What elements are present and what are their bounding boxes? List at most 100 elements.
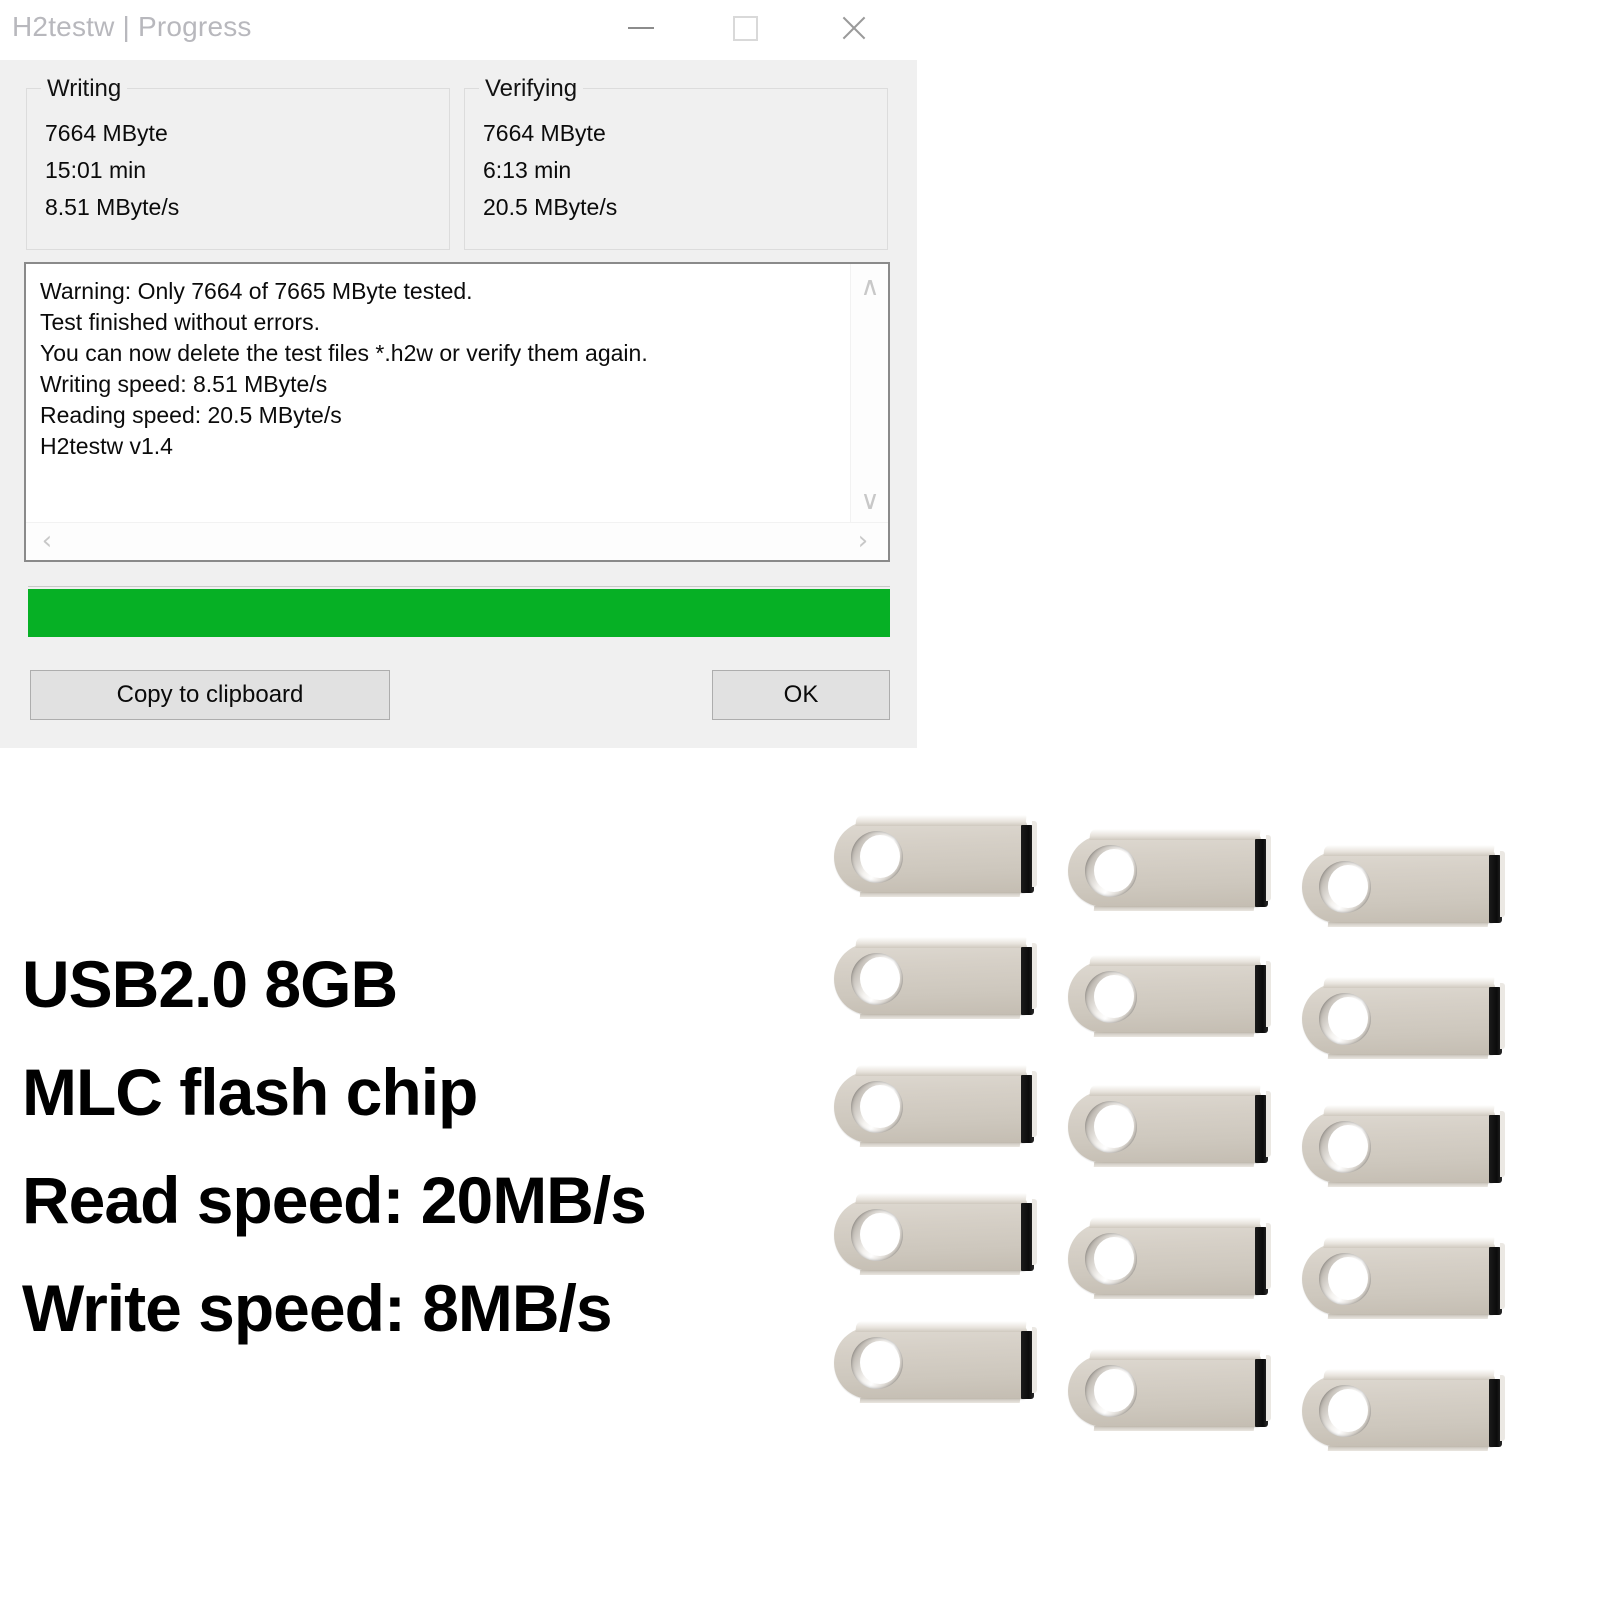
usb-keyring-hole-opening (860, 835, 900, 878)
usb-drive-bottom-edge (1093, 906, 1255, 911)
usb-connector-edge (1266, 1223, 1271, 1289)
usb-keyring-hole (851, 831, 903, 883)
usb-drive-bottom-edge (859, 1142, 1021, 1147)
usb-flash-drive (834, 813, 1037, 899)
usb-flash-drive (1068, 953, 1271, 1039)
usb-keyring-hole-opening (860, 1341, 900, 1384)
spec-line-capacity: USB2.0 8GB (22, 947, 398, 1021)
verifying-group-legend: Verifying (479, 75, 584, 103)
usb-keyring-hole-opening (1094, 975, 1134, 1018)
usb-keyring-hole-opening (1094, 849, 1134, 892)
usb-connector-edge (1032, 1071, 1037, 1137)
log-text-area[interactable]: Warning: Only 7664 of 7665 MByte tested.… (24, 262, 890, 562)
usb-flash-drive (1068, 827, 1271, 913)
usb-drive-top-bevel (855, 1321, 1027, 1332)
scroll-up-icon[interactable]: ∧ (859, 274, 881, 300)
h2testw-dialog-window: H2testw | Progress Writing 7664 MByte 15… (0, 0, 917, 748)
maximize-icon (732, 15, 758, 41)
usb-keyring-hole-opening (860, 957, 900, 1000)
usb-keyring-hole-opening (1094, 1105, 1134, 1148)
usb-drive-top-bevel (1089, 1217, 1261, 1228)
usb-drive-top-bevel (1089, 1085, 1261, 1096)
usb-connector-edge (1500, 851, 1505, 917)
usb-drive-bottom-edge (1327, 1182, 1489, 1187)
usb-drive-top-bevel (855, 815, 1027, 826)
scroll-left-icon[interactable]: ‹ (36, 528, 58, 554)
usb-connector-edge (1032, 1199, 1037, 1265)
scroll-down-icon[interactable]: ∨ (859, 488, 881, 514)
usb-keyring-hole (1319, 1121, 1371, 1173)
usb-drive-bottom-edge (859, 1014, 1021, 1019)
usb-drive-bottom-edge (1093, 1032, 1255, 1037)
usb-flash-drive (1302, 975, 1505, 1061)
copy-to-clipboard-button[interactable]: Copy to clipboard (30, 670, 390, 720)
usb-drive-grid (820, 795, 1600, 1495)
usb-keyring-hole-opening (1328, 1125, 1368, 1168)
usb-connector-edge (1032, 1327, 1037, 1393)
close-icon (838, 13, 868, 43)
usb-keyring-hole-opening (1094, 1237, 1134, 1280)
usb-flash-drive (1302, 1103, 1505, 1189)
writing-size: 7664 MByte (45, 120, 168, 146)
log-line-1: Warning: Only 7664 of 7665 MByte tested. (40, 278, 473, 304)
usb-keyring-hole-opening (1328, 1257, 1368, 1300)
usb-keyring-hole (1319, 861, 1371, 913)
log-line-4: Writing speed: 8.51 MByte/s (40, 371, 328, 397)
log-line-5: Reading speed: 20.5 MByte/s (40, 402, 342, 428)
usb-drive-bottom-edge (1093, 1294, 1255, 1299)
usb-drive-top-bevel (1089, 829, 1261, 840)
writing-time: 15:01 min (45, 157, 147, 183)
verifying-speed: 20.5 MByte/s (483, 194, 618, 220)
usb-drive-top-bevel (1089, 955, 1261, 966)
usb-connector-edge (1266, 835, 1271, 901)
usb-flash-drive (1068, 1215, 1271, 1301)
usb-keyring-hole (1319, 1253, 1371, 1305)
writing-speed: 8.51 MByte/s (45, 194, 180, 220)
usb-drive-bottom-edge (859, 892, 1021, 897)
usb-connector-edge (1032, 821, 1037, 887)
close-button[interactable] (820, 0, 886, 56)
minimize-button[interactable] (608, 0, 674, 56)
usb-drive-top-bevel (855, 937, 1027, 948)
ok-button[interactable]: OK (712, 670, 890, 720)
usb-connector-edge (1500, 1243, 1505, 1309)
usb-connector-edge (1500, 1111, 1505, 1177)
usb-connector-edge (1500, 1375, 1505, 1441)
usb-flash-drive (1302, 1235, 1505, 1321)
usb-keyring-hole-opening (860, 1085, 900, 1128)
progress-bar (28, 586, 890, 637)
usb-keyring-hole (1319, 1385, 1371, 1437)
usb-keyring-hole-opening (1328, 865, 1368, 908)
usb-connector-edge (1266, 1355, 1271, 1421)
usb-drive-bottom-edge (1327, 1446, 1489, 1451)
scroll-right-icon[interactable]: › (852, 528, 874, 554)
progress-bar-fill (28, 589, 890, 637)
usb-connector-edge (1500, 983, 1505, 1049)
usb-drive-top-bevel (1323, 1105, 1495, 1116)
usb-connector-edge (1266, 1091, 1271, 1157)
horizontal-scrollbar[interactable]: ‹ › (26, 522, 888, 560)
log-line-6: H2testw v1.4 (40, 433, 173, 459)
usb-keyring-hole (1085, 1101, 1137, 1153)
writing-group-box: Writing 7664 MByte 15:01 min 8.51 MByte/… (26, 75, 450, 250)
usb-keyring-hole-opening (1094, 1369, 1134, 1412)
usb-drive-top-bevel (1323, 1369, 1495, 1380)
maximize-button[interactable] (712, 0, 778, 56)
vertical-scrollbar[interactable]: ∧ ∨ (850, 264, 888, 522)
usb-drive-bottom-edge (1327, 1054, 1489, 1059)
usb-keyring-hole (1085, 845, 1137, 897)
writing-group-legend: Writing (41, 75, 128, 103)
verifying-group-box: Verifying 7664 MByte 6:13 min 20.5 MByte… (464, 75, 888, 250)
writing-group-values: 7664 MByte 15:01 min 8.51 MByte/s (45, 115, 179, 226)
usb-keyring-hole (1085, 1365, 1137, 1417)
usb-drive-bottom-edge (1327, 1314, 1489, 1319)
usb-drive-top-bevel (855, 1193, 1027, 1204)
usb-flash-drive (834, 1063, 1037, 1149)
usb-drive-top-bevel (855, 1065, 1027, 1076)
usb-drive-bottom-edge (1093, 1426, 1255, 1431)
spec-line-write-speed: Write speed: 8MB/s (22, 1271, 613, 1345)
usb-flash-drive (1068, 1347, 1271, 1433)
usb-drive-bottom-edge (859, 1270, 1021, 1275)
spec-line-read-speed: Read speed: 20MB/s (22, 1163, 647, 1237)
usb-drive-bottom-edge (1093, 1162, 1255, 1167)
